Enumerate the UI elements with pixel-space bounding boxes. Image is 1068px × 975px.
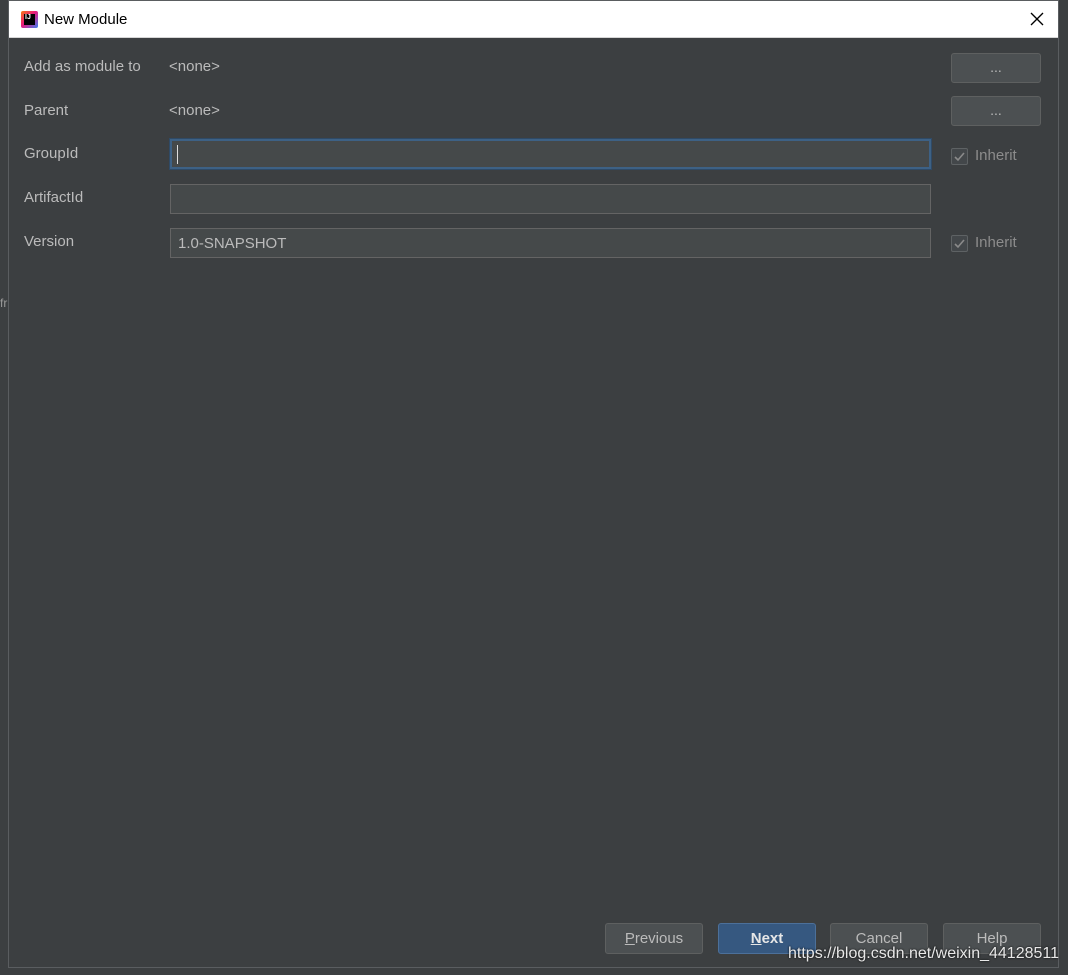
artifact-id-label: ArtifactId xyxy=(24,189,84,206)
close-icon xyxy=(1030,12,1044,26)
intellij-app-icon: IJ xyxy=(21,11,38,28)
checkbox-box xyxy=(951,148,968,165)
text-caret xyxy=(177,145,178,164)
add-as-module-to-label: Add as module to xyxy=(24,58,141,75)
next-label-rest: ext xyxy=(761,930,784,947)
checkmark-icon xyxy=(954,152,965,162)
previous-mnemonic: P xyxy=(624,930,635,947)
add-as-module-to-browse-button[interactable]: ... xyxy=(951,53,1041,83)
group-id-input[interactable] xyxy=(170,139,931,169)
checkmark-icon xyxy=(954,239,965,249)
dialog-title: New Module xyxy=(44,11,128,28)
version-label: Version xyxy=(24,233,75,250)
next-mnemonic: N xyxy=(750,930,762,947)
artifact-id-input[interactable] xyxy=(170,184,931,214)
background-text-fragment: fr xyxy=(0,296,8,310)
parent-browse-button[interactable]: ... xyxy=(951,96,1041,126)
parent-value: <none> xyxy=(169,102,220,119)
watermark-text: https://blog.csdn.net/weixin_44128511 xyxy=(788,945,1060,962)
new-module-dialog: IJ New Module Add as module to <none> ..… xyxy=(8,0,1059,968)
add-as-module-to-value: <none> xyxy=(169,58,220,75)
parent-label: Parent xyxy=(24,102,69,119)
dialog-titlebar: IJ New Module xyxy=(9,1,1058,38)
previous-button[interactable]: Previous xyxy=(605,923,703,954)
previous-label-rest: revious xyxy=(634,930,684,947)
checkbox-box xyxy=(951,235,968,252)
group-id-inherit-label: Inherit xyxy=(975,147,1017,164)
group-id-label: GroupId xyxy=(24,145,79,162)
background-window-right-edge xyxy=(1058,0,1068,975)
version-input[interactable] xyxy=(170,228,931,258)
version-inherit-label: Inherit xyxy=(975,234,1017,251)
close-button[interactable] xyxy=(1026,8,1048,30)
